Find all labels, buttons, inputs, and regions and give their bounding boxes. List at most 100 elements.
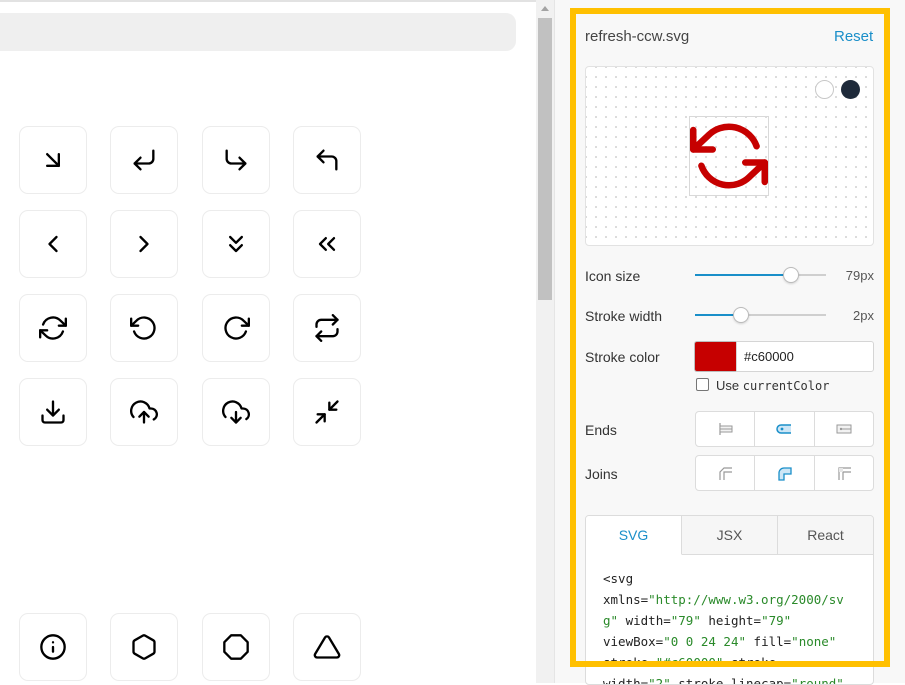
code-format-tabs: SVG JSX React [586,516,873,555]
scrollbar-thumb[interactable] [538,18,552,300]
linejoin-round-icon [778,467,793,481]
join-miter-option[interactable] [696,456,756,490]
joins-label: Joins [585,466,618,482]
corner-down-right-tile[interactable] [202,126,270,194]
refresh-ccw-icon [690,123,768,189]
use-current-color-checkbox[interactable] [696,378,709,391]
minimize-tile[interactable] [293,378,361,446]
scroll-up-arrow-icon[interactable] [541,6,549,11]
join-bevel-option[interactable] [815,456,873,490]
chevron-right-tile[interactable] [110,210,178,278]
chevron-left-icon [48,235,58,253]
upload-cloud-icon [130,400,158,424]
ends-label: Ends [585,422,617,438]
triangle-tile[interactable] [293,613,361,681]
download-cloud-tile[interactable] [202,378,270,446]
code-width-value: "79" [670,613,701,628]
tab-react[interactable]: React [778,516,873,554]
hexagon-tile[interactable] [110,613,178,681]
icon-size-slider-handle[interactable] [782,267,799,283]
stroke-color-input[interactable]: #c60000 [736,341,874,372]
light-background-swatch[interactable] [815,80,834,99]
code-width-attr: width= [618,613,671,628]
corner-down-left-icon [133,149,155,171]
refresh-cw-tile[interactable] [19,294,87,362]
code-height-value: "79" [761,613,792,628]
code-fill-attr: fill= [746,634,792,649]
download-tile[interactable] [19,378,87,446]
stroke-width-slider-handle[interactable] [732,307,749,323]
upload-cloud-tile[interactable] [110,378,178,446]
chevrons-down-icon [229,235,243,253]
linecap-square-icon [836,424,852,434]
rotate-cw-icon [224,316,250,340]
icon-preview-box [689,116,769,196]
use-current-color-prefix: Use [716,378,743,393]
tab-svg[interactable]: SVG [586,516,682,555]
icon-size-value: 79px [845,268,874,283]
end-round-option[interactable] [755,412,815,446]
code-stroke-value: "#c60000" [655,655,724,670]
rotate-ccw-tile[interactable] [110,294,178,362]
stroke-width-slider[interactable] [695,307,826,323]
minimize-icon [315,400,339,424]
stroke-width-label: Stroke width [585,308,663,324]
arrow-down-right-icon [46,153,60,167]
line-ends-selector [695,411,874,447]
code-viewbox-value: "0 0 24 24" [663,634,747,649]
dark-background-swatch[interactable] [841,80,860,99]
hexagon-icon [132,634,156,660]
chevron-left-tile[interactable] [19,210,87,278]
code-height-attr: height= [700,613,762,628]
chevrons-down-tile[interactable] [202,210,270,278]
triangle-icon [313,635,341,659]
stroke-color-picker[interactable] [694,341,736,372]
corner-up-left-icon [316,149,338,171]
refresh-cw-icon [39,316,67,340]
stroke-width-value: 2px [853,308,874,323]
corner-down-right-icon [225,149,247,171]
reset-button[interactable]: Reset [834,28,873,45]
arrow-down-right-tile[interactable] [19,126,87,194]
icon-size-label: Icon size [585,268,641,284]
line-joins-selector [695,455,874,491]
download-cloud-icon [222,400,250,424]
octagon-icon [223,634,249,660]
info-icon [40,634,66,660]
use-current-color-label: Use currentColor [716,378,829,393]
svg-code-block[interactable]: <svg xmlns="http://www.w3.org/2000/svg" … [586,555,873,685]
search-input[interactable] [0,13,516,51]
icon-size-slider[interactable] [695,267,826,283]
icon-size-slider-fill [695,274,791,276]
corner-up-left-tile[interactable] [293,126,361,194]
code-output-card: SVG JSX React <svg xmlns="http://www.w3.… [585,515,874,685]
corner-down-left-tile[interactable] [110,126,178,194]
chevrons-left-tile[interactable] [293,210,361,278]
end-butt-option[interactable] [696,412,756,446]
join-round-option[interactable] [755,456,815,490]
code-xmlns-attr: xmlns= [603,592,649,607]
linejoin-bevel-icon [838,467,851,480]
end-square-option[interactable] [815,412,873,446]
linecap-butt-icon [719,423,733,435]
code-linecap-value: "round" [791,676,844,685]
use-current-color-code: currentColor [742,379,830,393]
code-viewbox-attr: viewBox= [603,634,664,649]
stroke-color-label: Stroke color [585,349,660,365]
rotate-ccw-icon [130,316,156,340]
code-stroke-width-value: "2" [648,676,671,685]
code-stroke-width-attr: width= [603,676,649,685]
octagon-tile[interactable] [202,613,270,681]
linecap-round-icon [776,424,792,434]
chevrons-left-icon [318,237,336,251]
code-open-tag: <svg [603,571,634,586]
info-tile[interactable] [19,613,87,681]
code-stroke-attr: stroke= [603,655,656,670]
repeat-tile[interactable] [293,294,361,362]
code-linecap-attr: stroke-linecap= [670,676,792,685]
download-icon [41,400,65,424]
rotate-cw-tile[interactable] [202,294,270,362]
tab-jsx[interactable]: JSX [682,516,778,554]
code-stroke-rest: stroke- [723,655,784,670]
selected-icon-filename: refresh-ccw.svg [585,28,690,45]
